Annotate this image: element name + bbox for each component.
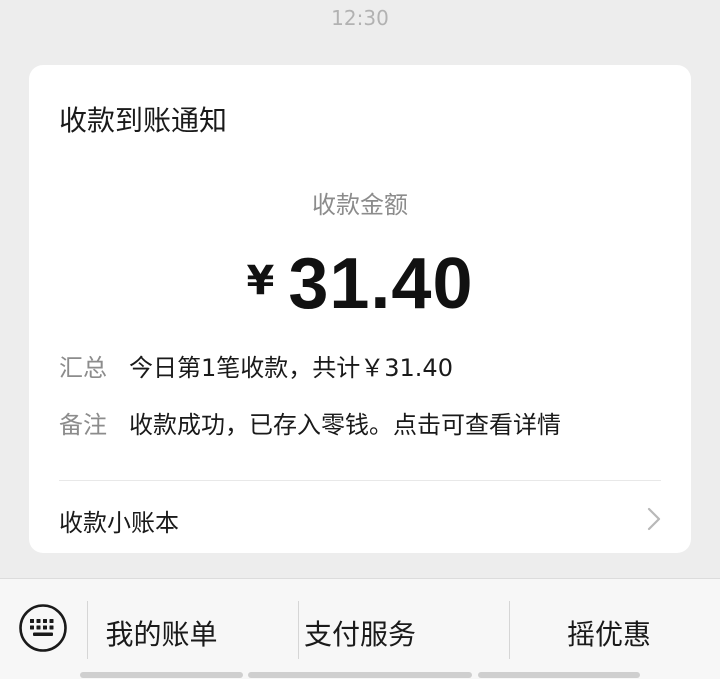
payment-notification-card[interactable]: 收款到账通知 收款金额 ¥31.40 汇总 今日第1笔收款，共计￥31.40 备注… — [29, 65, 691, 553]
ledger-link[interactable]: 收款小账本 — [29, 481, 691, 553]
menu-underline — [248, 672, 472, 678]
menu-shake-deals[interactable]: 摇优惠 — [478, 579, 651, 679]
menu-my-bills-label: 我的账单 — [105, 618, 218, 651]
menu-payment-services-label: 支付服务 — [303, 618, 416, 651]
currency-symbol: ¥ — [246, 258, 275, 304]
ledger-label: 收款小账本 — [59, 509, 179, 537]
remark-key: 备注 — [59, 411, 107, 439]
bottom-menu-bar: 我的账单 支付服务 摇优惠 — [0, 578, 720, 679]
summary-value: 今日第1笔收款，共计￥31.40 — [129, 354, 453, 382]
menu-my-bills[interactable]: 我的账单 — [80, 579, 243, 679]
summary-key: 汇总 — [59, 354, 107, 382]
amount-label: 收款金额 — [312, 191, 408, 219]
amount-value: 31.40 — [288, 244, 474, 324]
keyboard-icon[interactable] — [18, 603, 68, 653]
message-timestamp: 12:30 — [331, 6, 389, 30]
chevron-right-icon — [647, 507, 661, 531]
menu-payment-services[interactable]: 支付服务 — [248, 579, 472, 679]
chat-screen: 12:30 收款到账通知 收款金额 ¥31.40 汇总 今日第1笔收款，共计￥31… — [0, 0, 720, 679]
remark-value: 收款成功，已存入零钱。点击可查看详情 — [129, 411, 561, 439]
summary-row: 汇总 今日第1笔收款，共计￥31.40 — [59, 348, 453, 383]
menu-underline — [80, 672, 243, 678]
menu-underline — [478, 672, 640, 678]
amount-display: ¥31.40 — [29, 243, 691, 325]
card-title: 收款到账通知 — [59, 104, 228, 137]
menu-shake-deals-label: 摇优惠 — [566, 618, 651, 651]
remark-row: 备注 收款成功，已存入零钱。点击可查看详情 — [59, 405, 561, 440]
